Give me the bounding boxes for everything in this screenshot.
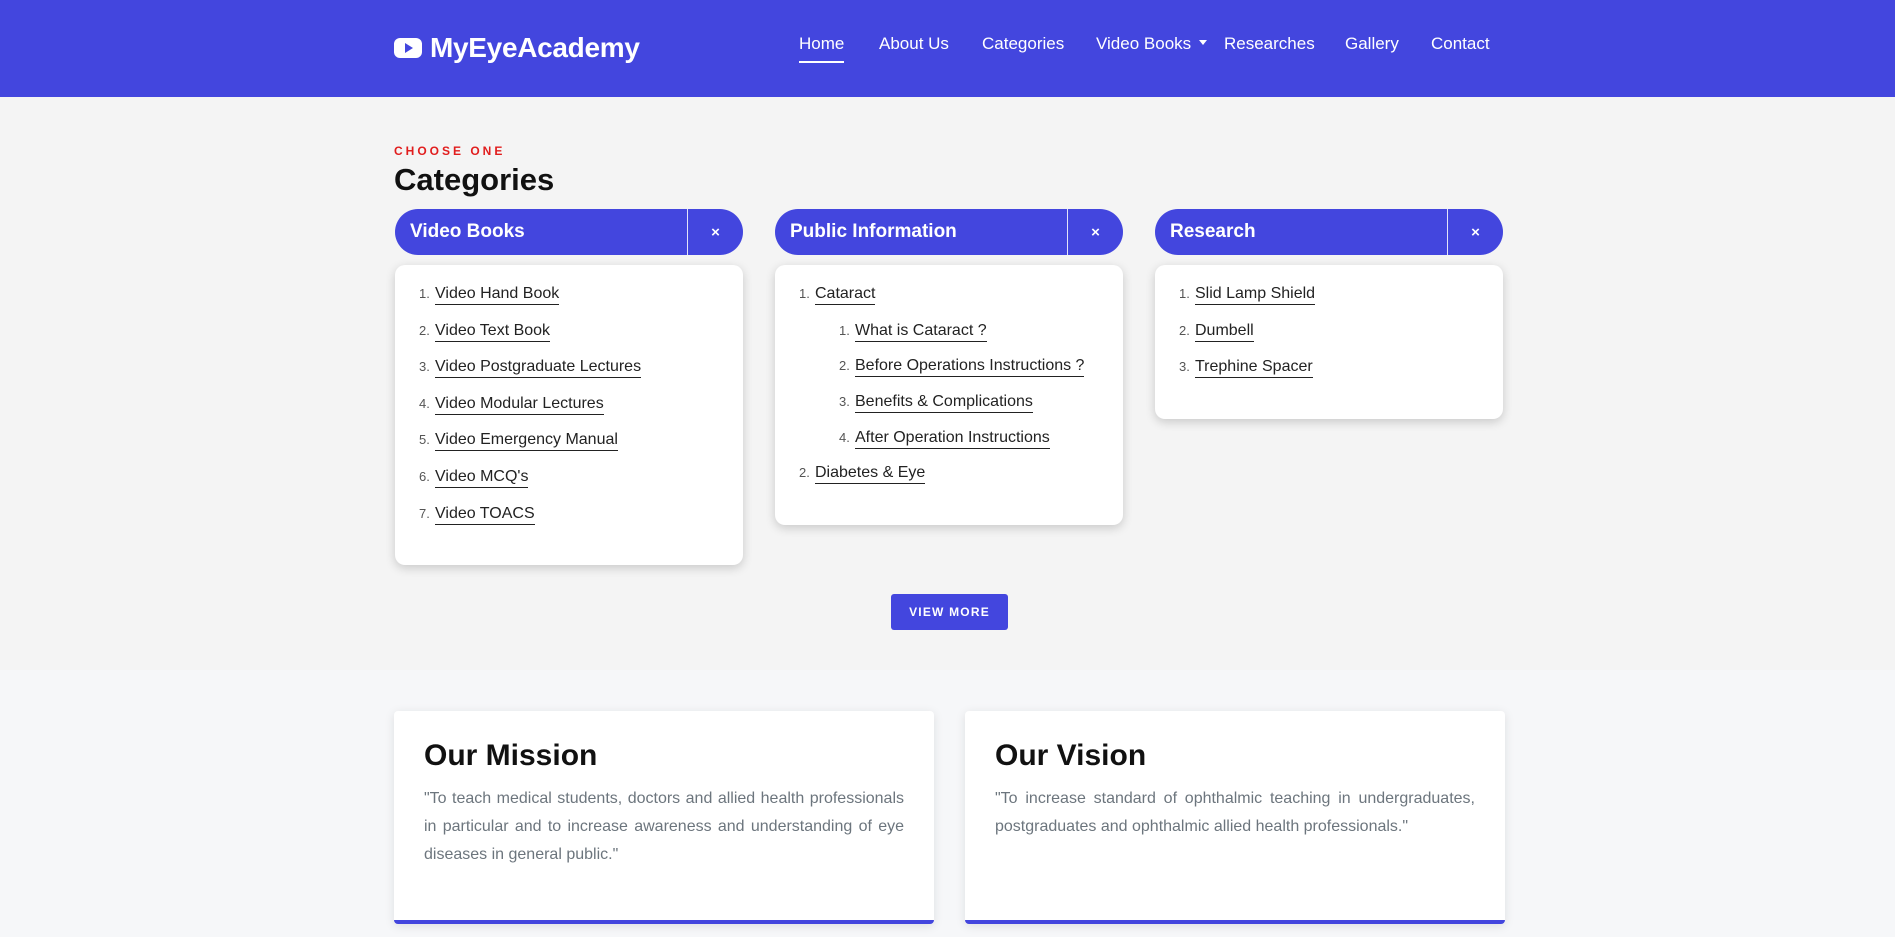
list-number: 2.	[839, 358, 850, 374]
list-number: 1.	[799, 286, 810, 301]
vision-text: "To increase standard of ophthalmic teac…	[995, 790, 1475, 835]
category-list: 1. Slid Lamp Shield 2. Dumbell 3. Trephine …	[1179, 285, 1479, 395]
category-column-public-information: Public Information × 1. Cataract 1. What i…	[775, 209, 1123, 525]
list-item: 1. What is Cataract ?	[839, 322, 1099, 358]
nav-home[interactable]: Home	[799, 34, 845, 63]
link-video-hand-book[interactable]: Video Hand Book	[435, 285, 560, 305]
link-before-operations-instructions[interactable]: Before Operations Instructions ?	[855, 357, 1085, 378]
list-number: 4.	[419, 395, 430, 411]
link-video-postgraduate-lectures[interactable]: Video Postgraduate Lectures	[435, 358, 642, 379]
list-item: 3. Benefits & Complications	[839, 393, 1099, 429]
list-number: 2.	[799, 465, 810, 481]
list-item: 4. Video Modular Lectures	[419, 395, 719, 432]
list-number: 3.	[419, 359, 430, 375]
list-item: 1. Slid Lamp Shield	[1179, 285, 1479, 322]
section-eyebrow: CHOOSE ONE	[394, 144, 506, 158]
category-title: Research	[1170, 221, 1256, 242]
close-icon[interactable]: ×	[687, 209, 743, 255]
list-number: 1.	[1179, 286, 1190, 301]
list-item: 7. Video TOACS	[419, 505, 719, 542]
category-header-research[interactable]: Research ×	[1155, 209, 1503, 255]
brand-logo-link[interactable]: MyEyeAcademy	[394, 30, 640, 66]
mission-title: Our Mission	[424, 739, 598, 772]
link-dumbell[interactable]: Dumbell	[1195, 322, 1254, 342]
category-list: 1. Video Hand Book 2. Video Text Book 3. Vi…	[419, 285, 719, 541]
list-number: 3.	[839, 393, 850, 409]
list-item: 6. Video MCQ's	[419, 468, 719, 505]
list-number: 2.	[419, 322, 430, 338]
category-list: 1. Cataract	[799, 285, 1099, 322]
mission-vision-section	[0, 670, 1895, 937]
mission-text: "To teach medical students, doctors and …	[424, 790, 904, 863]
link-cataract[interactable]: Cataract	[815, 285, 876, 305]
nav-contact[interactable]: Contact	[1431, 34, 1490, 54]
link-after-operation-instructions[interactable]: After Operation Instructions	[855, 429, 1050, 449]
mission-card: Our Mission "To teach medical students, …	[394, 711, 934, 924]
category-column-research: Research × 1. Slid Lamp Shield 2. Dumbell …	[1155, 209, 1503, 419]
category-title: Video Books	[410, 221, 525, 242]
category-header-public-information[interactable]: Public Information ×	[775, 209, 1123, 255]
list-item: 3. Trephine Spacer	[1179, 358, 1479, 395]
link-slid-lamp-shield[interactable]: Slid Lamp Shield	[1195, 285, 1316, 305]
link-what-is-cataract[interactable]: What is Cataract ?	[855, 322, 987, 342]
list-item: 2. Dumbell	[1179, 322, 1479, 359]
list-item: 2. Before Operations Instructions ?	[839, 357, 1099, 393]
youtube-icon	[394, 38, 422, 58]
nav-researches[interactable]: Researches	[1224, 34, 1315, 54]
category-column-video-books: Video Books × 1. Video Hand Book 2. Video …	[395, 209, 743, 566]
list-number: 6.	[419, 468, 430, 484]
brand-name: MyEyeAcademy	[430, 32, 640, 63]
list-item: 4. After Operation Instructions	[839, 429, 1099, 465]
link-video-toacs[interactable]: Video TOACS	[435, 505, 535, 525]
nav-video-books-label: Video Books	[1096, 34, 1192, 53]
category-card: 1. Slid Lamp Shield 2. Dumbell 3. Trephine …	[1155, 265, 1503, 419]
link-video-text-book[interactable]: Video Text Book	[435, 322, 551, 342]
list-number: 2.	[1179, 322, 1190, 338]
nav-video-books-dropdown[interactable]: Video Books	[1096, 34, 1208, 54]
list-number: 3.	[1179, 359, 1190, 375]
vision-card: Our Vision "To increase standard of opht…	[965, 711, 1505, 924]
list-number: 5.	[419, 432, 430, 448]
list-item: 2. Video Text Book	[419, 322, 719, 359]
category-title: Public Information	[790, 221, 957, 242]
list-item: 2. Diabetes & Eye	[799, 464, 1099, 501]
nav-gallery[interactable]: Gallery	[1345, 34, 1399, 54]
caret-down-icon	[1199, 40, 1208, 46]
list-item: 1. Video Hand Book	[419, 285, 719, 322]
category-list: 2. Diabetes & Eye	[799, 464, 1099, 501]
category-card: 1. Video Hand Book 2. Video Text Book 3. Vi…	[395, 265, 743, 566]
list-item: 5. Video Emergency Manual	[419, 431, 719, 468]
link-video-modular-lectures[interactable]: Video Modular Lectures	[435, 395, 604, 415]
close-icon[interactable]: ×	[1067, 209, 1123, 255]
list-number: 1.	[839, 322, 850, 338]
sub-list-cataract: 1. What is Cataract ? 2. Before Operations…	[799, 322, 1099, 465]
link-video-emergency-manual[interactable]: Video Emergency Manual	[435, 431, 618, 452]
link-benefits-complications[interactable]: Benefits & Complications	[855, 393, 1033, 413]
nav-about-us[interactable]: About Us	[879, 34, 949, 54]
link-diabetes-eye[interactable]: Diabetes & Eye	[815, 464, 926, 485]
list-item: 3. Video Postgraduate Lectures	[419, 358, 719, 395]
top-navbar: MyEyeAcademy Home About Us Categories Vi…	[0, 0, 1895, 97]
category-header-video-books[interactable]: Video Books ×	[395, 209, 743, 255]
link-video-mcqs[interactable]: Video MCQ's	[435, 468, 529, 488]
view-more-button[interactable]: VIEW MORE	[891, 594, 1008, 630]
nav-categories[interactable]: Categories	[982, 34, 1064, 54]
list-number: 4.	[839, 429, 850, 445]
close-icon[interactable]: ×	[1447, 209, 1503, 255]
list-number: 1.	[419, 286, 430, 301]
category-card: 1. Cataract 1. What is Cataract ? 2. Before…	[775, 265, 1123, 525]
vision-title: Our Vision	[995, 739, 1147, 772]
link-trephine-spacer[interactable]: Trephine Spacer	[1195, 358, 1313, 379]
list-number: 7.	[419, 505, 430, 521]
section-title: Categories	[394, 162, 555, 197]
list-item: 1. Cataract	[799, 285, 1099, 322]
